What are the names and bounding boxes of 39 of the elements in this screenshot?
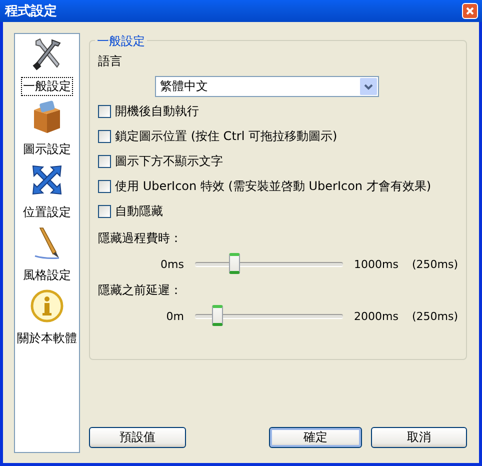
- dialog-button[interactable]: 確定: [269, 427, 362, 448]
- slider-label: 隱藏過程費時：: [98, 230, 183, 247]
- sidebar-item[interactable]: 圖示設定: [15, 97, 79, 160]
- slider-max-label: 2000ms: [354, 310, 400, 322]
- close-icon: [466, 7, 474, 15]
- language-label: 語言: [98, 53, 123, 69]
- tools-icon: [30, 37, 64, 71]
- dialog-button[interactable]: 預設值: [89, 427, 186, 448]
- sidebar-item[interactable]: 風格設定: [15, 223, 79, 286]
- checkbox-label: 開機後自動執行: [115, 103, 199, 120]
- checkbox-label: 使用 UberIcon 特效 (需安裝並啓動 UberIcon 才會有效果): [115, 178, 432, 195]
- slider-min-label: 0ms: [160, 258, 184, 270]
- slider-reading: (250ms): [412, 310, 458, 322]
- close-button[interactable]: [462, 3, 478, 19]
- checkbox[interactable]: [98, 105, 111, 118]
- checkbox[interactable]: [98, 130, 111, 143]
- checkbox-label: 鎖定圖示位置 (按住 Ctrl 可拖拉移動圖示): [115, 128, 338, 145]
- window-title: 程式設定: [5, 2, 57, 20]
- checkbox[interactable]: [98, 205, 111, 218]
- checkbox-label: 自動隱藏: [115, 203, 163, 220]
- checkbox[interactable]: [98, 180, 111, 193]
- sidebar-item[interactable]: 一般設定: [15, 34, 79, 97]
- slider[interactable]: [195, 305, 343, 327]
- slider-thumb[interactable]: [212, 305, 224, 326]
- slider-label: 隱藏之前延遲：: [98, 282, 183, 299]
- slider-thumb[interactable]: [229, 253, 240, 274]
- slider-reading: (250ms): [412, 258, 458, 270]
- slider[interactable]: [195, 253, 343, 275]
- arrows-icon: [30, 163, 64, 197]
- group-title: 一般設定: [95, 33, 147, 50]
- sidebar-item[interactable]: 位置設定: [15, 160, 79, 223]
- language-dropdown[interactable]: 繁體中文: [155, 76, 379, 97]
- checkbox[interactable]: [98, 155, 111, 168]
- slider-max-label: 1000ms: [354, 258, 400, 270]
- slider-min-label: 0m: [165, 310, 184, 322]
- checkbox-label: 圖示下方不顯示文字: [115, 153, 223, 170]
- dialog-button[interactable]: 取消: [371, 427, 468, 448]
- sidebar-item[interactable]: 關於本軟體: [15, 286, 79, 349]
- info-icon: [30, 289, 64, 323]
